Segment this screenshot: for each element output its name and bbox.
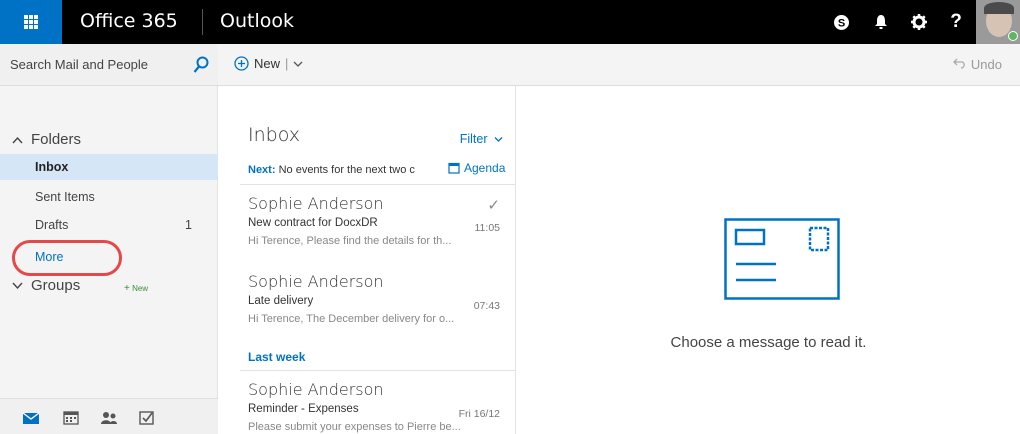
people-icon[interactable]: [100, 410, 118, 426]
bell-icon[interactable]: [862, 0, 900, 44]
next-event-line[interactable]: Next: No events for the next two c: [248, 164, 448, 176]
presence-status-icon: [1008, 31, 1018, 41]
message-item[interactable]: Sophie Anderson Late delivery 07:43 Hi T…: [248, 272, 500, 325]
message-subject: New contract for DocxDR: [248, 217, 378, 229]
undo-label: Undo: [970, 57, 1002, 72]
new-button-label: New: [254, 56, 281, 71]
folder-inbox[interactable]: Inbox: [0, 154, 218, 180]
gear-icon[interactable]: [900, 0, 938, 44]
next-prefix: Next:: [248, 164, 276, 176]
new-group-label: New: [132, 284, 149, 293]
plus-circle-icon: [234, 56, 249, 71]
checkmark-icon[interactable]: ✓: [487, 196, 500, 214]
message-preview: Hi Terence, The December delivery for o.…: [248, 313, 455, 325]
help-icon[interactable]: ?: [937, 0, 975, 44]
command-bar: New | Undo: [218, 44, 1020, 86]
agenda-label: Agenda: [464, 161, 506, 175]
skype-icon[interactable]: S: [822, 0, 860, 44]
folders-header-label: Folders: [31, 131, 82, 148]
filter-button[interactable]: Filter: [460, 132, 503, 146]
mail-icon[interactable]: [22, 410, 40, 426]
plus-icon: +: [124, 283, 130, 294]
folder-drafts[interactable]: Drafts 1: [0, 212, 218, 238]
folder-label: Drafts: [35, 218, 69, 232]
list-separator: [240, 184, 515, 185]
list-separator: [240, 370, 515, 371]
folder-label: Inbox: [35, 160, 69, 174]
groups-header-label: Groups: [31, 277, 81, 294]
message-list: Inbox Filter Next: No events for the nex…: [218, 86, 516, 434]
message-time: Fri 16/12: [458, 408, 500, 420]
highlight-ring: [12, 240, 122, 276]
topbar-divider: [202, 9, 203, 35]
undo-icon: [953, 58, 965, 69]
suite-name[interactable]: Office 365: [80, 10, 178, 32]
message-preview: Please submit your expenses to Pierre be…: [248, 421, 461, 433]
app-name[interactable]: Outlook: [220, 10, 294, 32]
message-sender: Sophie Anderson: [248, 380, 384, 399]
left-navigation: Folders Inbox Sent Items Drafts 1 More G…: [0, 86, 218, 434]
folder-count: 1: [185, 218, 192, 232]
message-item[interactable]: Sophie Anderson Reminder - Expenses Fri …: [248, 380, 500, 433]
folder-sent-items[interactable]: Sent Items: [0, 184, 218, 210]
svg-text:S: S: [837, 17, 844, 29]
chevron-down-icon[interactable]: [293, 60, 303, 68]
module-switcher: [0, 398, 218, 434]
waffle-icon[interactable]: [0, 0, 62, 44]
chevron-up-icon: [12, 136, 23, 143]
groups-header[interactable]: Groups: [12, 277, 80, 294]
agenda-button[interactable]: Agenda: [448, 161, 505, 175]
postcard-icon: [724, 218, 840, 300]
new-group-button[interactable]: + New: [124, 283, 148, 294]
chevron-down-icon: [12, 282, 23, 289]
avatar[interactable]: [976, 0, 1020, 44]
message-sender: Sophie Anderson: [248, 194, 384, 213]
empty-reading-message: Choose a message to read it.: [670, 334, 867, 351]
message-time: 11:05: [474, 222, 501, 234]
next-event-text: No events for the next two c: [278, 164, 415, 176]
reading-pane: Choose a message to read it.: [517, 86, 1020, 434]
message-preview: Hi Terence, Please find the details for …: [248, 235, 452, 247]
message-item[interactable]: Sophie Anderson ✓ New contract for DocxD…: [248, 194, 500, 247]
folder-label: Sent Items: [35, 190, 95, 204]
new-button[interactable]: New |: [234, 56, 303, 71]
calendar-icon: [448, 162, 460, 174]
undo-button[interactable]: Undo: [953, 57, 1002, 72]
new-separator: |: [285, 56, 289, 71]
calendar-icon[interactable]: [62, 410, 80, 426]
message-time: 07:43: [473, 300, 500, 312]
message-sender: Sophie Anderson: [248, 272, 384, 291]
date-group-header: Last week: [248, 350, 306, 364]
folders-header[interactable]: Folders: [12, 131, 81, 148]
search-icon[interactable]: [193, 56, 209, 74]
filter-label: Filter: [459, 132, 488, 146]
list-title: Inbox: [248, 124, 300, 146]
top-bar: Office 365 Outlook S ?: [0, 0, 1020, 44]
message-subject: Late delivery: [248, 295, 314, 307]
search-input[interactable]: Search Mail and People: [10, 57, 148, 72]
tasks-icon[interactable]: [138, 410, 156, 426]
chevron-down-icon: [494, 137, 503, 142]
search-box[interactable]: Search Mail and People: [0, 44, 218, 86]
